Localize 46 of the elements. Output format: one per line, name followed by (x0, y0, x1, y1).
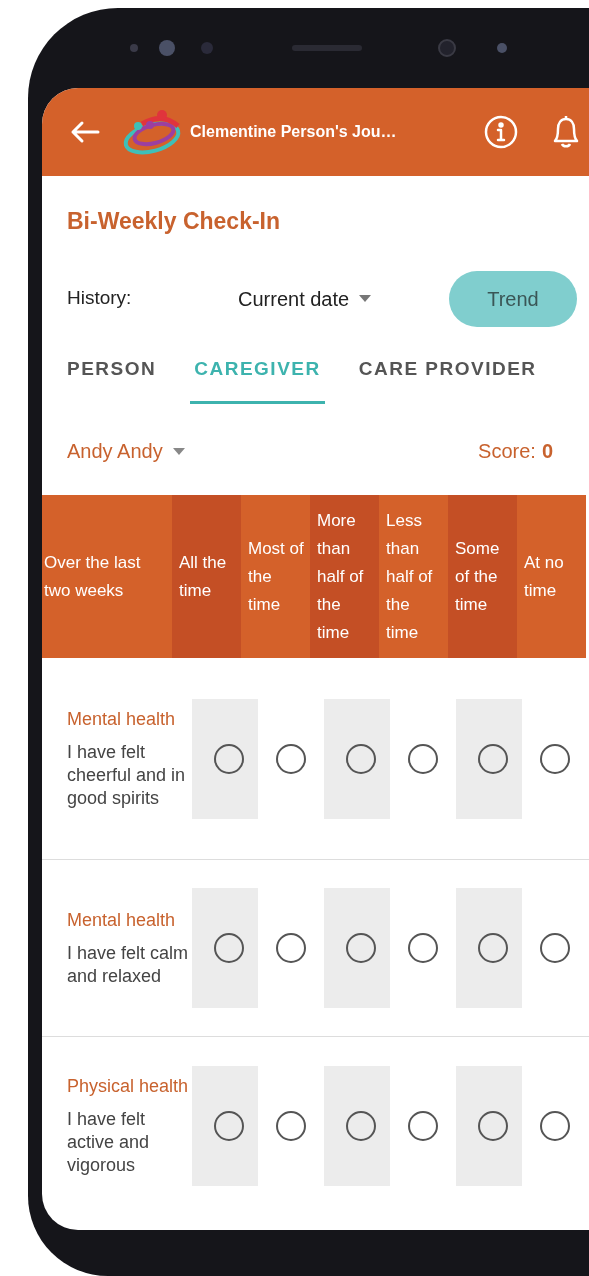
radio-button[interactable] (276, 933, 306, 963)
category-label: Physical health (67, 1074, 190, 1098)
column-header: Less than half of the time (379, 495, 448, 658)
score-value: 0 (541, 439, 553, 464)
tab[interactable]: PERSON (63, 354, 161, 404)
column-header: All the time (172, 495, 241, 658)
radio-button[interactable] (214, 1110, 244, 1141)
column-header: Over the last two weeks (42, 495, 172, 658)
column-header: More than half of the time (310, 495, 379, 658)
radio-button[interactable] (276, 1110, 306, 1141)
radio-button[interactable] (540, 1110, 570, 1141)
radio-button[interactable] (478, 743, 508, 774)
notification-bell-icon[interactable] (551, 114, 581, 150)
radio-button[interactable] (346, 933, 376, 963)
radio-button[interactable] (346, 743, 376, 774)
radio-button[interactable] (276, 743, 306, 774)
question-text: I have felt calm and relaxed (67, 941, 190, 988)
dropdown-caret-icon (359, 295, 372, 302)
category-label: Mental health (67, 707, 177, 731)
info-icon[interactable] (483, 114, 519, 150)
app-title: Clementine Person's Jou… (190, 122, 397, 142)
column-header: At no time (517, 495, 586, 658)
question-text: I have felt active and vigorous (67, 1107, 151, 1177)
score-label: Score: (478, 439, 536, 464)
radio-button[interactable] (408, 1110, 438, 1141)
tab[interactable]: CARE PROVIDER (354, 354, 541, 404)
column-header: Some of the time (448, 495, 517, 658)
radio-button[interactable] (214, 743, 244, 774)
back-arrow-icon[interactable] (70, 120, 100, 144)
radio-button[interactable] (408, 743, 438, 774)
radio-button[interactable] (214, 933, 244, 963)
dropdown-caret-icon (172, 447, 185, 455)
radio-button[interactable] (540, 933, 570, 963)
trend-button[interactable]: Trend (449, 270, 577, 327)
question-text: I have felt cheerful and in good spirits (67, 740, 187, 810)
radio-button[interactable] (540, 743, 570, 774)
radio-button[interactable] (346, 1110, 376, 1141)
page-title: Bi-Weekly Check-In (67, 207, 282, 236)
person-dropdown[interactable]: Andy Andy (67, 436, 185, 466)
column-header: Most of the time (241, 495, 310, 658)
history-label: History: (67, 286, 133, 311)
history-dropdown[interactable]: Current date (238, 283, 372, 314)
radio-button[interactable] (478, 1110, 508, 1141)
radio-button[interactable] (408, 933, 438, 963)
category-label: Mental health (67, 908, 177, 932)
radio-button[interactable] (478, 933, 508, 963)
